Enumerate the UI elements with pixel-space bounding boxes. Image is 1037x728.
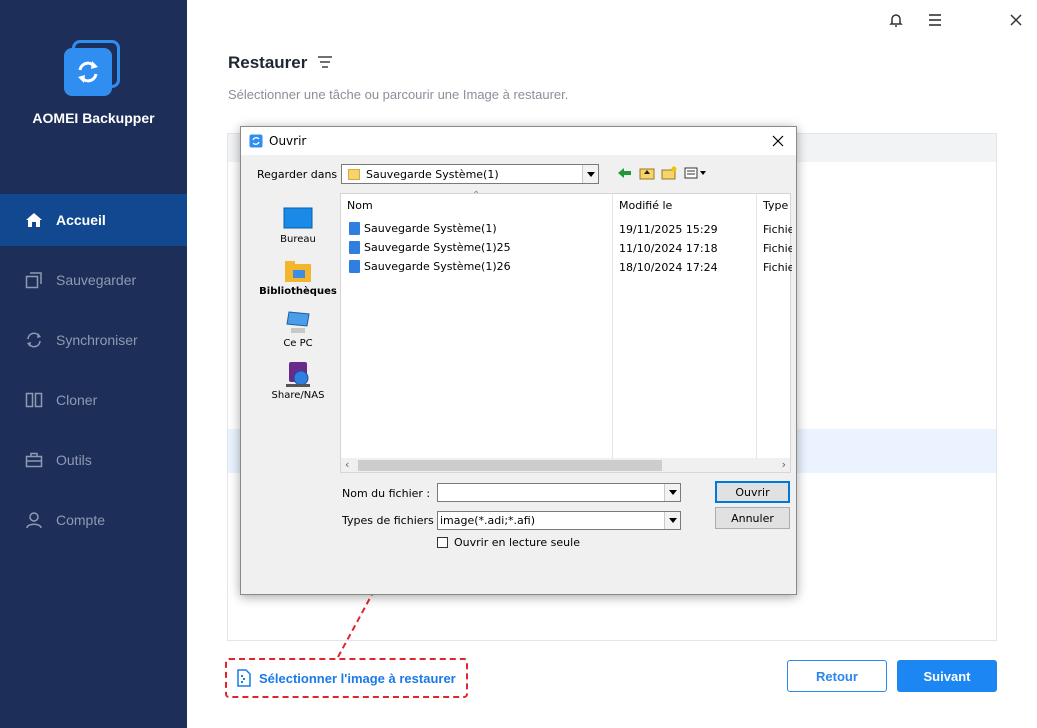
sort-ascending-icon: ⌃ bbox=[472, 190, 481, 201]
file-list: ⌃ Nom Modifié le Type Sauvegarde Système… bbox=[340, 190, 792, 473]
dialog-titlebar: Ouvrir bbox=[241, 127, 796, 155]
readonly-checkbox[interactable]: Ouvrir en lecture seule bbox=[437, 536, 580, 549]
look-in-value: Sauvegarde Système(1) bbox=[366, 167, 499, 181]
user-icon bbox=[24, 510, 44, 530]
file-name: Sauvegarde Système(1) bbox=[364, 222, 497, 235]
chevron-down-icon[interactable] bbox=[664, 484, 680, 501]
file-name: Sauvegarde Système(1)25 bbox=[364, 241, 511, 254]
clone-icon bbox=[24, 390, 44, 410]
up-folder-icon[interactable] bbox=[639, 165, 655, 181]
filetype-value: image(*.adi;*.afi) bbox=[440, 514, 535, 527]
place-bureau[interactable]: Bureau bbox=[257, 193, 339, 245]
file-name: Sauvegarde Système(1)26 bbox=[364, 260, 511, 273]
sidebar-item-label: Sauvegarder bbox=[56, 272, 137, 288]
filter-icon[interactable] bbox=[317, 55, 333, 74]
horizontal-scrollbar[interactable]: ‹ › bbox=[341, 458, 790, 472]
sidebar-item-compte[interactable]: Compte bbox=[0, 494, 187, 546]
back-arrow-icon[interactable] bbox=[617, 165, 633, 181]
filetype-label: Types de fichiers : bbox=[342, 514, 441, 527]
dialog-app-icon bbox=[249, 134, 263, 148]
dialog-close-icon[interactable] bbox=[768, 131, 788, 151]
file-row[interactable]: Sauvegarde Système(1)26 18/10/2024 17:24… bbox=[341, 257, 792, 277]
page-title: Restaurer bbox=[228, 53, 308, 72]
scrollbar-thumb[interactable] bbox=[358, 460, 662, 471]
place-label: Ce PC bbox=[283, 338, 313, 349]
file-modified: 11/10/2024 17:18 bbox=[619, 242, 718, 255]
place-label: Bureau bbox=[280, 234, 316, 245]
column-header-type[interactable]: Type bbox=[763, 194, 788, 216]
places-bar: Bureau Bibliothèques Ce PC Share/NAS bbox=[257, 193, 339, 469]
open-file-dialog: Ouvrir Regarder dans : Sauvegarde Systèm… bbox=[240, 126, 797, 595]
view-menu-icon[interactable] bbox=[683, 165, 709, 181]
new-folder-icon[interactable] bbox=[661, 165, 677, 181]
place-share-nas[interactable]: Share/NAS bbox=[257, 349, 339, 401]
desktop-icon bbox=[283, 207, 313, 229]
sidebar-item-cloner[interactable]: Cloner bbox=[0, 374, 187, 426]
filename-input[interactable] bbox=[437, 483, 681, 502]
look-in-label: Regarder dans : bbox=[257, 168, 345, 181]
window-close-icon[interactable] bbox=[1006, 10, 1026, 30]
brand-name: AOMEI Backupper bbox=[32, 110, 155, 126]
logo-sync-icon bbox=[78, 61, 98, 83]
sidebar-item-accueil[interactable]: Accueil bbox=[0, 194, 187, 246]
scroll-right-icon[interactable]: › bbox=[782, 458, 786, 471]
archive-file-icon bbox=[349, 241, 360, 254]
filename-value bbox=[438, 484, 664, 501]
menu-icon[interactable] bbox=[925, 10, 945, 30]
place-label: Share/NAS bbox=[271, 390, 325, 401]
sidebar-item-label: Outils bbox=[56, 452, 92, 468]
backup-icon bbox=[24, 270, 44, 290]
checkbox-box[interactable] bbox=[437, 537, 448, 548]
dialog-toolbar bbox=[617, 165, 709, 181]
place-label: Bibliothèques bbox=[259, 286, 337, 297]
sidebar-item-label: Accueil bbox=[56, 212, 106, 228]
file-image-icon bbox=[237, 669, 251, 687]
readonly-label: Ouvrir en lecture seule bbox=[454, 536, 580, 549]
chevron-down-icon[interactable] bbox=[582, 165, 598, 183]
sidebar-item-label: Cloner bbox=[56, 392, 98, 408]
sidebar-item-label: Synchroniser bbox=[56, 332, 138, 348]
sidebar-item-synchroniser[interactable]: Synchroniser bbox=[0, 314, 187, 366]
file-type: Fichie bbox=[763, 242, 792, 255]
select-image-button[interactable]: Sélectionner l'image à restaurer bbox=[225, 658, 468, 698]
file-row[interactable]: Sauvegarde Système(1)25 11/10/2024 17:18… bbox=[341, 238, 792, 258]
file-type: Fichie bbox=[763, 223, 792, 236]
notification-bell-icon[interactable] bbox=[886, 10, 906, 30]
computer-icon bbox=[286, 311, 310, 333]
network-share-icon bbox=[286, 362, 310, 387]
filetype-select[interactable]: image(*.adi;*.afi) bbox=[437, 511, 681, 530]
toolbox-icon bbox=[24, 450, 44, 470]
back-button[interactable]: Retour bbox=[787, 660, 887, 692]
column-header-modified[interactable]: Modifié le bbox=[619, 194, 672, 216]
libraries-icon bbox=[285, 261, 311, 282]
file-row[interactable]: Sauvegarde Système(1) 19/11/2025 15:29 F… bbox=[341, 219, 792, 239]
sidebar-item-label: Compte bbox=[56, 512, 106, 528]
file-modified: 18/10/2024 17:24 bbox=[619, 261, 718, 274]
scroll-left-icon[interactable]: ‹ bbox=[345, 458, 349, 471]
sidebar: AOMEI Backupper Accueil Sauvegarder Sync… bbox=[0, 0, 187, 728]
cancel-button[interactable]: Annuler bbox=[715, 507, 790, 529]
sidebar-item-outils[interactable]: Outils bbox=[0, 434, 187, 486]
file-modified: 19/11/2025 15:29 bbox=[619, 223, 718, 236]
dialog-title: Ouvrir bbox=[269, 134, 307, 148]
place-bibliotheques[interactable]: Bibliothèques bbox=[257, 245, 339, 297]
file-type: Fichie bbox=[763, 261, 792, 274]
sidebar-nav: Accueil Sauvegarder Synchroniser Cloner … bbox=[0, 194, 187, 554]
home-icon bbox=[24, 210, 44, 230]
column-header-name[interactable]: Nom bbox=[347, 194, 373, 216]
next-button[interactable]: Suivant bbox=[897, 660, 997, 692]
archive-file-icon bbox=[349, 222, 360, 235]
app-logo bbox=[64, 40, 122, 98]
place-ce-pc[interactable]: Ce PC bbox=[257, 297, 339, 349]
folder-icon bbox=[348, 168, 360, 180]
open-button[interactable]: Ouvrir bbox=[715, 481, 790, 503]
chevron-down-icon[interactable] bbox=[664, 512, 680, 529]
select-image-label: Sélectionner l'image à restaurer bbox=[259, 670, 456, 686]
sidebar-item-sauvegarder[interactable]: Sauvegarder bbox=[0, 254, 187, 306]
sync-icon bbox=[24, 330, 44, 350]
filename-label: Nom du fichier : bbox=[342, 487, 431, 500]
look-in-select[interactable]: Sauvegarde Système(1) bbox=[341, 164, 599, 184]
archive-file-icon bbox=[349, 260, 360, 273]
page-subtitle: Sélectionner une tâche ou parcourir une … bbox=[228, 87, 569, 102]
